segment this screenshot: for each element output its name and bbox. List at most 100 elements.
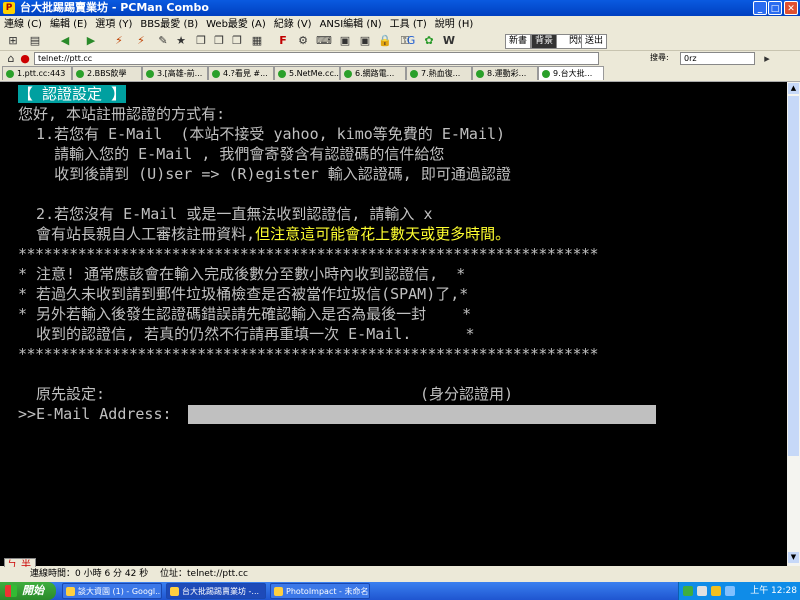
google-icon[interactable]: G xyxy=(404,34,418,47)
select-all-icon[interactable]: ▦ xyxy=(250,34,264,47)
status-dot-icon xyxy=(542,70,550,78)
tab-2[interactable]: 2.BBS飲學 xyxy=(72,66,142,80)
terminal-warning: 但注意這可能會花上數天或更多時間。 xyxy=(255,225,511,243)
maximize-button[interactable]: □ xyxy=(768,1,782,15)
title-bar[interactable]: P 台大批踢踢賣業坊 - PCMan Combo _ □ ✕ xyxy=(0,0,800,16)
tab-4[interactable]: 4.?看見 #... xyxy=(208,66,274,80)
forward-arrow-icon[interactable]: ▶ xyxy=(84,34,98,47)
tab-8[interactable]: 8.運動彩... xyxy=(472,66,538,80)
search-label: 搜尋: xyxy=(650,53,669,62)
task-button-photoimpact[interactable]: PhotoImpact - 未命名... xyxy=(270,583,370,599)
chrome-icon xyxy=(66,587,75,596)
status-dot-icon xyxy=(344,70,352,78)
email-prompt: >>E-Mail Address: xyxy=(18,405,172,423)
status-dot-icon xyxy=(278,70,286,78)
taskbar: 開始 談大資園 (1) - Googl... 台大批踢踢賣業坊 -... Pho… xyxy=(0,582,800,600)
paste-icon[interactable]: ❐ xyxy=(212,34,226,47)
start-button[interactable]: 開始 xyxy=(0,582,56,600)
vertical-scrollbar[interactable]: ▲ ▼ xyxy=(787,82,800,566)
disconnect-icon[interactable]: ⚡ xyxy=(134,34,148,47)
task-button-pcman[interactable]: 台大批踢踢賣業坊 -... xyxy=(166,583,266,599)
tab-5[interactable]: 5.NetMe.cc... xyxy=(274,66,340,80)
terminal-line: 您好, 本站註冊認證的方式有: xyxy=(18,105,226,123)
menu-options[interactable]: 選項 (Y) xyxy=(91,17,136,32)
font-icon[interactable]: F xyxy=(276,34,290,47)
menu-web-favorites[interactable]: Web最愛 (A) xyxy=(202,17,270,32)
task-button-browser[interactable]: 談大資園 (1) - Googl... xyxy=(62,583,162,599)
notice-line: * 另外若輸入後發生認證碼錯誤請先確認輸入是否為最後一封 * xyxy=(18,305,472,323)
background-button[interactable]: 背景 xyxy=(531,34,558,49)
menu-bbs-favorites[interactable]: BBS最愛 (B) xyxy=(136,17,202,32)
new-page-icon[interactable]: ▤ xyxy=(28,34,42,47)
email-input[interactable] xyxy=(188,405,656,424)
plugin-icon[interactable]: ✿ xyxy=(422,34,436,47)
scroll-down-icon[interactable]: ▼ xyxy=(788,552,799,563)
tray-icon[interactable] xyxy=(697,586,707,596)
status-bar: 連線時間：0 小時 6 分 42 秒 位址：telnet://ptt.cc xyxy=(0,567,800,582)
scroll-thumb[interactable] xyxy=(788,96,799,456)
fullscreen-icon[interactable]: ▣ xyxy=(338,34,352,47)
menu-log[interactable]: 紀錄 (V) xyxy=(270,17,316,32)
notice-line: * 若過久未收到請到郵件垃圾桶檢查是否被當作垃圾信(SPAM)了,* xyxy=(18,285,469,303)
tab-9-active[interactable]: 9.台大批... xyxy=(538,66,604,80)
app-icon: P xyxy=(3,2,15,14)
back-arrow-icon[interactable]: ◀ xyxy=(58,34,72,47)
search-input[interactable]: 0rz xyxy=(680,52,755,65)
search-go-icon[interactable]: ▸ xyxy=(760,52,774,65)
menu-bar: 連線 (C) 編輯 (E) 選項 (Y) BBS最愛 (B) Web最愛 (A) 紀錄 (… xyxy=(0,16,800,31)
tab-1[interactable]: 1.ptt.cc:443 xyxy=(2,66,72,80)
original-setting-hint: (身分認證用) xyxy=(420,385,514,403)
home-icon[interactable]: ⌂ xyxy=(4,52,18,65)
window-title: 台大批踢踢賣業坊 - PCMan Combo xyxy=(20,1,209,14)
tab-6[interactable]: 6.網路電... xyxy=(340,66,406,80)
status-dot-icon xyxy=(6,70,14,78)
menu-help[interactable]: 說明 (H) xyxy=(431,17,478,32)
copy-ansi-icon[interactable]: ❐ xyxy=(230,34,244,47)
lock-icon[interactable]: 🔒 xyxy=(378,34,392,47)
connection-location: 位址：telnet://ptt.cc xyxy=(160,569,248,579)
menu-edit[interactable]: 編輯 (E) xyxy=(46,17,91,32)
reconnect-icon[interactable]: ⚡ xyxy=(112,34,126,47)
original-setting-label: 原先設定: xyxy=(18,385,106,403)
notice-line: 收到的認證信, 若真的仍然不行請再重填一次 E-Mail. * xyxy=(18,325,475,343)
status-dot-icon xyxy=(76,70,84,78)
tray-icon[interactable] xyxy=(725,586,735,596)
terminal-line: 2.若您沒有 E-Mail 或是一直無法收到認證信, 請輸入 x xyxy=(18,205,433,223)
terminal-line: 請輸入您的 E-Mail , 我們會寄發含有認證碼的信件給您 xyxy=(18,145,445,163)
window-icon[interactable]: ▣ xyxy=(358,34,372,47)
scroll-up-icon[interactable]: ▲ xyxy=(788,83,799,94)
clock: 上午 12:28 xyxy=(750,586,797,596)
tab-3[interactable]: 3.[高雄-前... xyxy=(142,66,208,80)
tray-icon[interactable] xyxy=(711,586,721,596)
terminal-heading: 【 認證設定 】 xyxy=(18,85,127,103)
status-dot-icon xyxy=(410,70,418,78)
keyboard-icon[interactable]: ⌨ xyxy=(316,34,332,47)
close-button[interactable]: ✕ xyxy=(784,1,798,15)
settings-icon[interactable]: ⚙ xyxy=(296,34,310,47)
minimize-button[interactable]: _ xyxy=(753,1,767,15)
send-dropdown[interactable]: 送出 xyxy=(581,34,608,49)
address-toolbar: ⌂ ● telnet://ptt.cc 搜尋: 0rz ▸ xyxy=(0,51,800,65)
windows-logo-icon xyxy=(5,585,17,597)
bookmark-icon[interactable]: ★ xyxy=(174,34,188,47)
status-dot-icon xyxy=(476,70,484,78)
menu-connect[interactable]: 連線 (C) xyxy=(0,17,46,32)
new-button[interactable]: 新書 xyxy=(505,34,532,49)
photoimpact-icon xyxy=(274,587,283,596)
stop-icon[interactable]: ● xyxy=(18,52,32,65)
menu-ansi-edit[interactable]: ANSI編輯 (N) xyxy=(316,17,386,32)
stars-line: ****************************************… xyxy=(18,245,599,263)
copy-icon[interactable]: ❐ xyxy=(194,34,208,47)
wiki-icon[interactable]: W xyxy=(442,34,456,47)
system-tray: 上午 12:28 xyxy=(678,582,800,600)
menu-tools[interactable]: 工具 (T) xyxy=(386,17,431,32)
terminal-line: 會有站長親自人工審核註冊資料, xyxy=(18,225,256,243)
address-input[interactable]: telnet://ptt.cc xyxy=(34,52,599,65)
connect-icon[interactable]: ⊞ xyxy=(6,34,20,47)
tray-icon[interactable] xyxy=(683,586,693,596)
tab-7[interactable]: 7.熱血復... xyxy=(406,66,472,80)
terminal-screen[interactable]: 【 認證設定 】 您好, 本站註冊認證的方式有: 1.若您有 E-Mail (本… xyxy=(0,82,787,566)
edit-icon[interactable]: ✎ xyxy=(156,34,170,47)
status-dot-icon xyxy=(146,70,154,78)
tab-bar: 1.ptt.cc:443 2.BBS飲學 3.[高雄-前... 4.?看見 #.… xyxy=(0,65,800,82)
